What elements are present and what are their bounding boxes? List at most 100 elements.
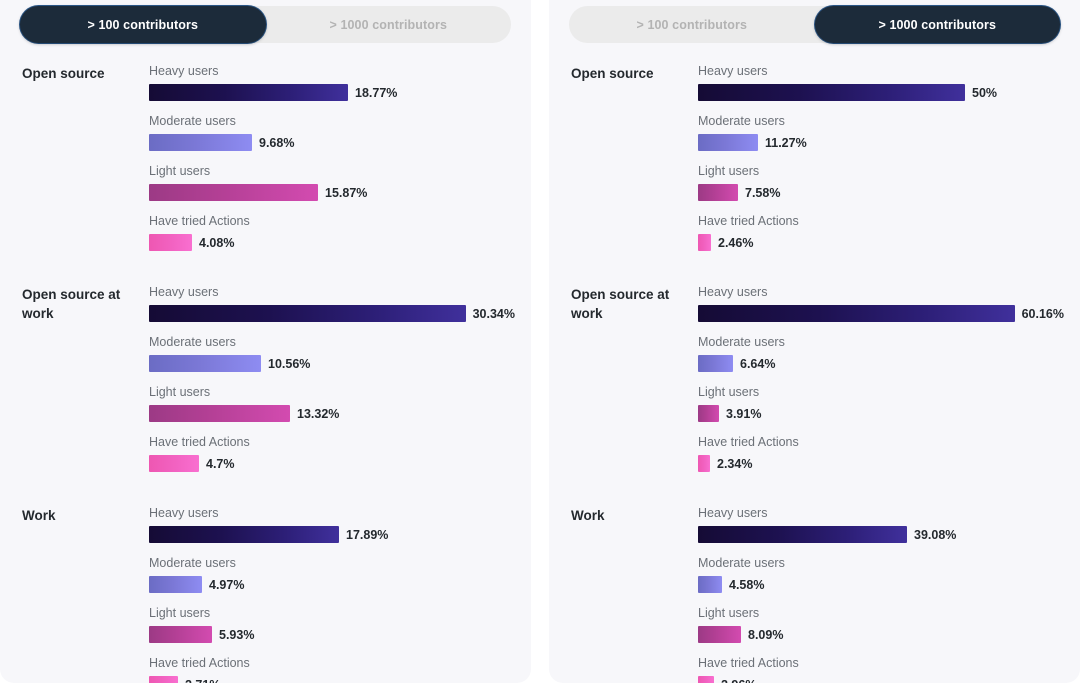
bar-light	[149, 184, 318, 201]
bar-row-label: Have tried Actions	[698, 214, 799, 228]
bar-row: Moderate users 6.64%	[698, 334, 1064, 372]
bar-value: 8.09%	[748, 627, 784, 642]
bar-light	[698, 405, 719, 422]
group-label: Work	[22, 508, 56, 523]
bar-row-label: Light users	[698, 164, 760, 178]
bar-line: 7.58%	[698, 184, 1064, 201]
bar-line: 6.64%	[698, 355, 1064, 372]
bar-row: Have tried Actions 2.71%	[149, 655, 515, 683]
group-2: Work Heavy users 17.89% Moderate users 4.97%…	[0, 478, 531, 683]
bar-line: 4.7%	[149, 455, 515, 472]
bar-value: 13.32%	[297, 406, 340, 421]
bar-value: 7.58%	[745, 185, 781, 200]
bar-heavy	[149, 305, 466, 322]
bar-row-label: Light users	[698, 385, 760, 399]
bar-row-label: Moderate users	[698, 335, 785, 349]
group-list: Open source Heavy users 18.77% Moderate use…	[0, 47, 531, 683]
bar-line: 4.08%	[149, 234, 515, 251]
bar-value: 17.89%	[346, 527, 389, 542]
bar-heavy	[698, 84, 965, 101]
bar-row: Heavy users 50%	[698, 63, 1064, 101]
bar-value: 10.56%	[268, 356, 311, 371]
bar-line: 2.34%	[698, 455, 1064, 472]
bar-actions	[698, 455, 710, 472]
bar-actions	[149, 455, 199, 472]
bar-moderate	[698, 355, 733, 372]
toggle-option-gt100[interactable]: > 100 contributors	[569, 6, 815, 43]
bar-value: 2.34%	[717, 456, 753, 471]
bar-line: 50%	[698, 84, 1064, 101]
bar-row-label: Have tried Actions	[149, 656, 250, 670]
bar-row-label: Heavy users	[149, 506, 219, 520]
bar-rows: Heavy users 30.34% Moderate users 10.56% Lig…	[149, 284, 515, 472]
bar-line: 5.93%	[149, 626, 515, 643]
group-label: Open source at work	[22, 287, 121, 321]
bar-value: 39.08%	[914, 527, 957, 542]
group-1: Open source at work Heavy users 30.34% Mode…	[0, 257, 531, 478]
panel-gt1000: > 100 contributors > 1000 contributors Ope…	[549, 0, 1080, 683]
bar-row: Light users 8.09%	[698, 605, 1064, 643]
bar-row-label: Heavy users	[698, 285, 768, 299]
bar-value: 50%	[972, 85, 998, 100]
bar-row-label: Light users	[149, 606, 211, 620]
bar-row: Heavy users 18.77%	[149, 63, 515, 101]
bar-rows: Heavy users 18.77% Moderate users 9.68% Ligh…	[149, 63, 515, 251]
bar-value: 5.93%	[219, 627, 255, 642]
bar-row: Light users 5.93%	[149, 605, 515, 643]
bar-moderate	[149, 134, 252, 151]
group-1: Open source at work Heavy users 60.16% Mode…	[549, 257, 1080, 478]
bar-line: 39.08%	[698, 526, 1064, 543]
bar-row-label: Moderate users	[698, 556, 785, 570]
bar-value: 30.34%	[472, 306, 515, 321]
bar-value: 2.96%	[721, 678, 756, 683]
toggle-wrap: > 100 contributors > 1000 contributors	[0, 0, 531, 47]
bar-line: 13.32%	[149, 405, 515, 422]
bar-row-label: Heavy users	[149, 285, 219, 299]
bar-row: Heavy users 39.08%	[698, 505, 1064, 543]
bar-heavy	[149, 526, 339, 543]
bar-value: 2.71%	[185, 678, 220, 683]
bar-row: Light users 7.58%	[698, 163, 1064, 201]
bar-light	[698, 626, 741, 643]
bar-row: Heavy users 30.34%	[149, 284, 515, 322]
bar-line: 30.34%	[149, 305, 515, 322]
bar-row-label: Heavy users	[698, 64, 768, 78]
bar-value: 15.87%	[325, 185, 368, 200]
toggle-option-gt1000[interactable]: > 1000 contributors	[266, 6, 512, 43]
bar-row-label: Light users	[149, 164, 211, 178]
bar-rows: Heavy users 50% Moderate users 11.27% Light …	[698, 63, 1064, 251]
bar-line: 9.68%	[149, 134, 515, 151]
bar-line: 2.46%	[698, 234, 1064, 251]
bar-rows: Heavy users 60.16% Moderate users 6.64% Ligh…	[698, 284, 1064, 472]
bar-value: 6.64%	[740, 356, 776, 371]
bar-line: 60.16%	[698, 305, 1064, 322]
bar-value: 2.46%	[718, 235, 754, 250]
bar-row: Heavy users 60.16%	[698, 284, 1064, 322]
bar-row: Have tried Actions 4.7%	[149, 434, 515, 472]
bar-line: 15.87%	[149, 184, 515, 201]
bar-line: 18.77%	[149, 84, 515, 101]
toggle-option-gt1000[interactable]: > 1000 contributors	[814, 6, 1060, 43]
bar-row: Have tried Actions 2.46%	[698, 213, 1064, 251]
bar-actions	[698, 676, 714, 683]
bar-heavy	[149, 84, 348, 101]
bar-row: Light users 15.87%	[149, 163, 515, 201]
bar-row: Light users 3.91%	[698, 384, 1064, 422]
bar-heavy	[698, 526, 907, 543]
bar-line: 4.58%	[698, 576, 1064, 593]
bar-value: 11.27%	[765, 135, 807, 150]
bar-line: 17.89%	[149, 526, 515, 543]
bar-moderate	[149, 355, 261, 372]
bar-row: Heavy users 17.89%	[149, 505, 515, 543]
bar-row-label: Light users	[149, 385, 211, 399]
bar-moderate	[698, 576, 722, 593]
bar-value: 4.97%	[209, 577, 245, 592]
bar-value: 4.7%	[206, 456, 235, 471]
toggle-option-gt100[interactable]: > 100 contributors	[20, 6, 266, 43]
bar-light	[149, 405, 290, 422]
bar-row-label: Have tried Actions	[149, 214, 250, 228]
bar-row: Have tried Actions 2.34%	[698, 434, 1064, 472]
bar-line: 3.91%	[698, 405, 1064, 422]
bar-row-label: Moderate users	[149, 114, 236, 128]
bar-value: 4.58%	[729, 577, 765, 592]
